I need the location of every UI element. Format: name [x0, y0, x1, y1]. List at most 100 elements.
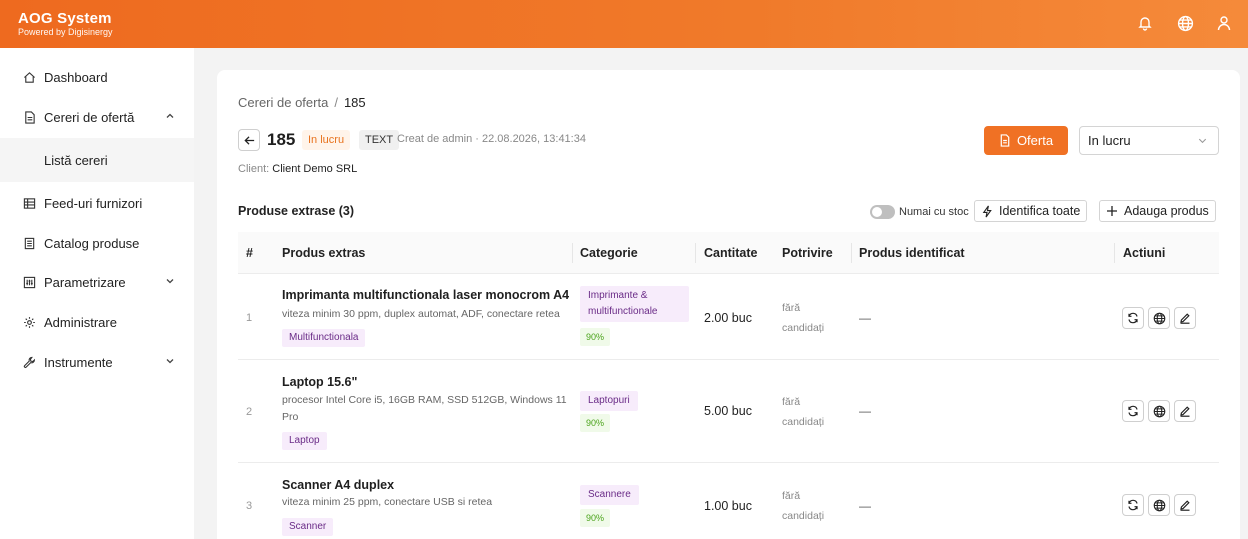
category-tag: Scannere — [580, 485, 639, 505]
stock-toggle[interactable] — [870, 205, 895, 219]
product-name: Imprimanta multifunctionala laser monocr… — [282, 288, 570, 302]
identify-all-button[interactable]: Identifica toate — [974, 200, 1088, 222]
breadcrumb-separator: / — [334, 95, 338, 110]
quantity: 1.00 buc — [704, 499, 752, 513]
match-status: fără candidați — [782, 396, 825, 428]
sliders-icon — [22, 275, 36, 289]
column-header: Cantitate — [704, 246, 758, 260]
edit-button[interactable] — [1174, 307, 1196, 329]
table-row: 2 Laptop 15.6" procesor Intel Core i5, 1… — [238, 360, 1219, 463]
add-product-button[interactable]: Adauga produs — [1099, 200, 1216, 222]
wrench-icon — [22, 355, 36, 369]
table-row: 3 Scanner A4 duplex viteza minim 25 ppm,… — [238, 463, 1219, 539]
confidence-badge: 90% — [580, 509, 611, 527]
refresh-button[interactable] — [1122, 400, 1144, 422]
section-title: Produse extrase (3) — [238, 204, 355, 218]
sidebar-item-cereri-de-oferta[interactable]: Cereri de ofertă — [0, 97, 194, 137]
column-header: # — [246, 246, 253, 260]
match-status: fără candidați — [782, 490, 825, 522]
bell-icon[interactable] — [1135, 13, 1155, 33]
identified-product: — — [859, 311, 871, 325]
web-search-button[interactable] — [1148, 307, 1170, 329]
brand[interactable]: AOG System Powered by Digisinergy — [18, 10, 113, 38]
globe-icon — [1153, 312, 1165, 324]
client-info: Client: Client Demo SRL — [238, 163, 357, 175]
oferta-button[interactable]: Oferta — [984, 126, 1068, 155]
refresh-icon — [1128, 499, 1138, 511]
row-number: 2 — [246, 406, 253, 418]
web-search-button[interactable] — [1148, 400, 1170, 422]
app-title: AOG System — [18, 10, 112, 27]
column-header: Actiuni — [1123, 246, 1166, 260]
table-header: # Produs extras Categorie Cantitate Potr… — [238, 232, 1219, 274]
sidebar-item-lista-cereri[interactable]: Listă cereri — [0, 138, 194, 182]
home-icon — [22, 70, 36, 84]
category-tag: Imprimante & multifunctionale — [580, 286, 689, 322]
column-header: Produs extras — [282, 246, 366, 260]
lightning-icon — [981, 205, 993, 218]
product-description: viteza minim 30 ppm, duplex automat, ADF… — [282, 308, 560, 320]
sidebar-item-label: Catalog produse — [44, 235, 140, 251]
sidebar-item-label: Administrare — [44, 314, 117, 330]
chevron-up-icon — [166, 113, 174, 118]
globe-icon — [1153, 405, 1165, 417]
quantity: 5.00 buc — [704, 404, 752, 418]
stock-toggle-label: Numai cu stoc — [899, 206, 969, 218]
refresh-icon — [1128, 405, 1138, 417]
arrow-left-icon — [243, 135, 254, 145]
web-search-button[interactable] — [1148, 494, 1170, 516]
product-tag: Scanner — [282, 518, 334, 536]
sidebar-item-parametrizare[interactable]: Parametrizare — [0, 262, 194, 302]
product-tag: Laptop — [282, 432, 327, 450]
sidebar-item-feed-uri-furnizori[interactable]: Feed-uri furnizori — [0, 183, 194, 223]
sidebar-item-label: Instrumente — [44, 354, 113, 370]
sidebar-item-administrare[interactable]: Administrare — [0, 302, 194, 342]
sidebar-item-label: Feed-uri furnizori — [44, 195, 143, 211]
product-name: Laptop 15.6" — [282, 375, 358, 389]
globe-icon[interactable] — [1175, 13, 1195, 33]
refresh-button[interactable] — [1122, 494, 1144, 516]
file-icon — [999, 134, 1011, 147]
plus-icon — [1106, 205, 1118, 217]
type-badge: TEXT — [359, 130, 400, 150]
category-tag: Laptopuri — [580, 391, 638, 411]
feed-icon — [22, 196, 36, 210]
chevron-down-icon — [166, 359, 174, 364]
back-button[interactable] — [238, 129, 260, 151]
status-select-value: In lucru — [1088, 133, 1131, 148]
pencil-icon — [1180, 313, 1190, 324]
sidebar-item-dashboard[interactable]: Dashboard — [0, 57, 194, 97]
refresh-button[interactable] — [1122, 307, 1144, 329]
page-title: 185 — [267, 130, 296, 149]
table-row: 1 Imprimanta multifunctionala laser mono… — [238, 274, 1219, 360]
confidence-badge: 90% — [580, 328, 611, 346]
document-icon — [22, 110, 36, 124]
pencil-icon — [1180, 406, 1190, 417]
client-value: Client Demo SRL — [272, 163, 358, 175]
main-card: Cereri de oferta / 185 185 In lucru TEXT C… — [217, 70, 1240, 539]
column-header: Potrivire — [782, 246, 833, 260]
edit-button[interactable] — [1174, 400, 1196, 422]
confidence-badge: 90% — [580, 414, 611, 432]
add-product-label: Adauga produs — [1124, 204, 1209, 218]
match-status: fără candidați — [782, 302, 825, 334]
chevron-down-icon — [1198, 138, 1207, 144]
app-header: AOG System Powered by Digisinergy — [0, 0, 1248, 48]
product-description: procesor Intel Core i5, 16GB RAM, SSD 51… — [282, 394, 567, 423]
sidebar-item-catalog-produse[interactable]: Catalog produse — [0, 223, 194, 263]
globe-icon — [1153, 499, 1165, 511]
column-divider — [572, 243, 573, 263]
user-icon[interactable] — [1214, 13, 1234, 33]
breadcrumb-parent[interactable]: Cereri de oferta — [238, 95, 328, 110]
status-select[interactable]: In lucru — [1079, 126, 1219, 155]
sidebar-item-instrumente[interactable]: Instrumente — [0, 342, 194, 382]
gear-icon — [22, 315, 36, 329]
product-tag: Multifunctionala — [282, 329, 366, 347]
catalog-icon — [22, 236, 36, 250]
chevron-down-icon — [166, 279, 174, 284]
app-subtitle: Powered by Digisinergy — [18, 27, 113, 37]
edit-button[interactable] — [1174, 494, 1196, 516]
column-divider — [1114, 243, 1115, 263]
column-divider — [851, 243, 852, 263]
created-info: Creat de admin · 22.08.2026, 13:41:34 — [397, 133, 586, 145]
